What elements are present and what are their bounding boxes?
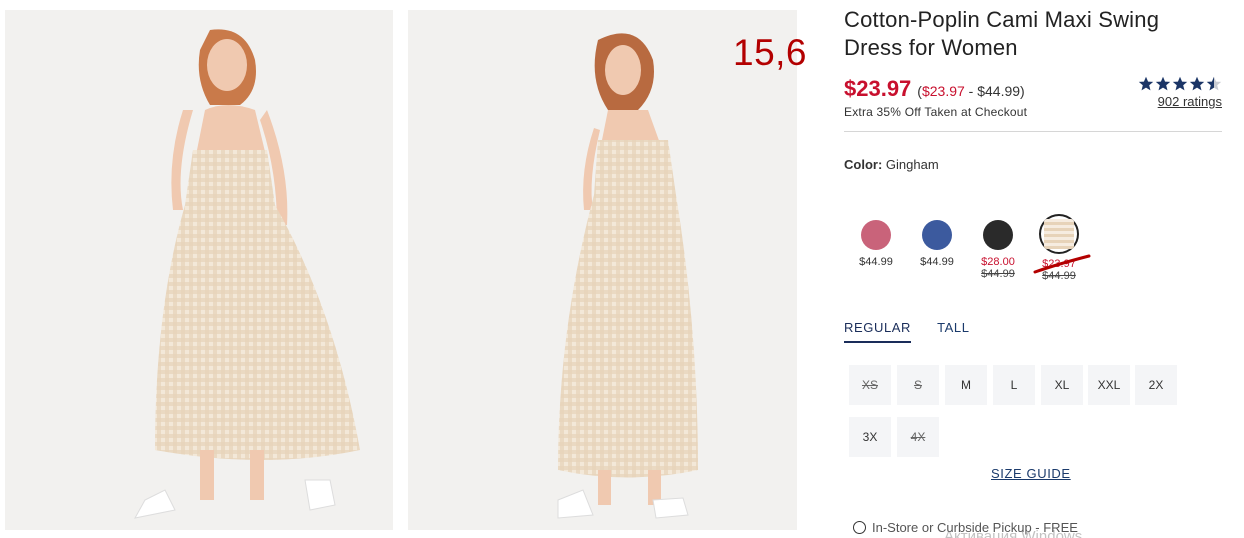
star-full-icon <box>1172 76 1188 91</box>
swatch-price: $44.99 <box>920 256 954 268</box>
product-image-front[interactable] <box>5 10 393 530</box>
star-full-icon <box>1138 76 1154 91</box>
handwritten-annotation: 15,6 <box>733 32 808 73</box>
sale-price: $23.97 <box>844 76 912 101</box>
product-title: Cotton-Poplin Cami Maxi Swing Dress for … <box>844 7 1160 60</box>
tab-regular[interactable]: REGULAR <box>844 320 912 343</box>
dress-front-illustration <box>5 10 393 530</box>
size-option-2x[interactable]: 2X <box>1135 365 1177 405</box>
swatch-original-price: $44.99 <box>981 268 1015 280</box>
swatch-sale-price: $28.00 <box>981 256 1015 268</box>
swatch-circle <box>922 220 952 250</box>
swatch-price: $44.99 <box>859 256 893 268</box>
size-option-s[interactable]: S <box>897 365 939 405</box>
color-label: Color: Gingham <box>844 157 939 172</box>
price-range: ($23.97 - $44.99) <box>917 83 1024 99</box>
radio-button-icon[interactable] <box>853 521 866 534</box>
size-option-l[interactable]: L <box>993 365 1035 405</box>
color-label-key: Color: <box>844 157 883 172</box>
color-swatch-blue[interactable]: $44.99 <box>915 214 959 268</box>
color-swatch-black[interactable]: $28.00 $44.99 <box>976 214 1020 280</box>
ratings-link[interactable]: 902 ratings <box>1138 94 1222 109</box>
product-info-panel: Cotton-Poplin Cami Maxi Swing Dress for … <box>844 0 1222 538</box>
divider <box>844 131 1222 132</box>
size-option-3x[interactable]: 3X <box>849 417 891 457</box>
product-image-side[interactable] <box>408 10 797 530</box>
star-full-icon <box>1189 76 1205 91</box>
size-option-m[interactable]: M <box>945 365 987 405</box>
price-row: $23.97 ($23.97 - $44.99) <box>844 76 1025 102</box>
star-full-icon <box>1155 76 1171 91</box>
size-option-xl[interactable]: XL <box>1041 365 1083 405</box>
size-guide-link[interactable]: SIZE GUIDE <box>991 466 1071 481</box>
tab-tall[interactable]: TALL <box>937 320 970 343</box>
color-value: Gingham <box>885 157 939 172</box>
size-option-xs[interactable]: XS <box>849 365 891 405</box>
fit-tabs: REGULAR TALL <box>844 320 970 343</box>
star-half-icon <box>1206 76 1222 91</box>
size-option-4x[interactable]: 4X <box>897 417 939 457</box>
size-option-xxl[interactable]: XXL <box>1088 365 1130 405</box>
price-range-low: $23.97 <box>921 83 965 99</box>
star-rating <box>1138 76 1222 92</box>
selected-ring <box>1039 214 1079 254</box>
swatch-circle <box>1044 219 1074 249</box>
rating-block: 902 ratings <box>1138 76 1222 109</box>
handdrawn-strike-mark <box>1033 254 1091 274</box>
swatch-circle <box>983 220 1013 250</box>
windows-activation-watermark: Активация Windows <box>944 528 1083 538</box>
promo-text: Extra 35% Off Taken at Checkout <box>844 105 1028 119</box>
color-swatch-pink[interactable]: $44.99 <box>854 214 898 268</box>
dress-side-illustration <box>408 10 797 530</box>
swatch-circle <box>861 220 891 250</box>
price-range-high: - $44.99) <box>964 83 1025 99</box>
